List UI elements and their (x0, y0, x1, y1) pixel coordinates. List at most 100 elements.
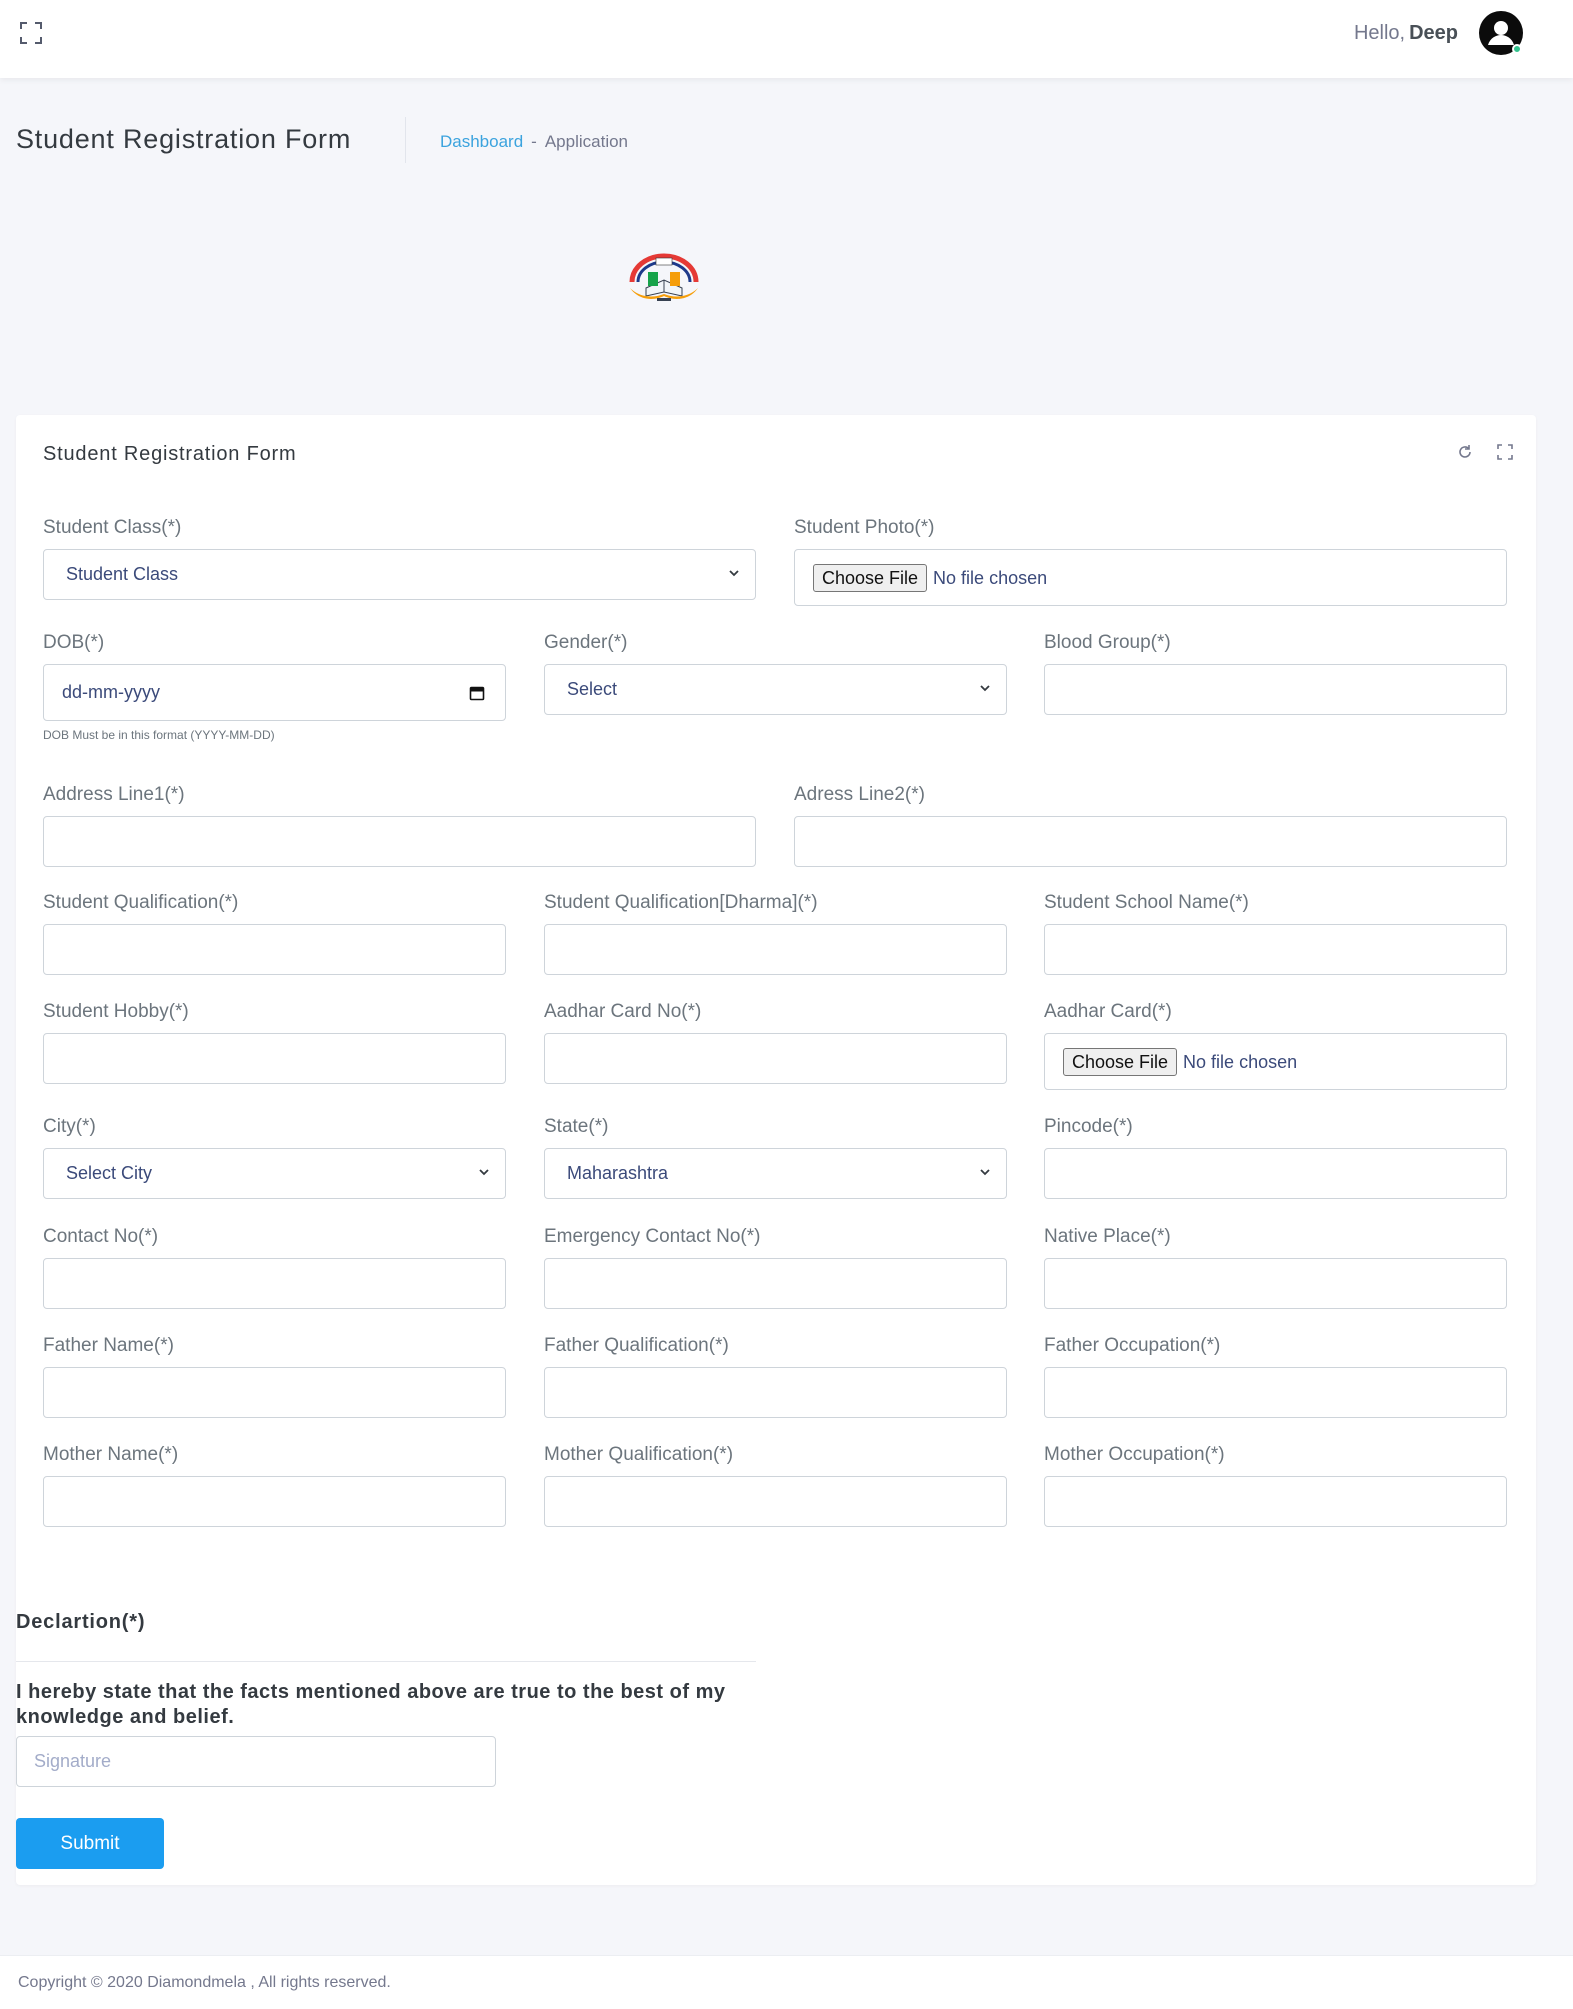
address2-field: Adress Line2(*) (794, 784, 1507, 867)
father-qualification-input[interactable] (544, 1367, 1007, 1418)
blood-group-field: Blood Group(*) (1044, 632, 1507, 715)
city-field: City(*) Select City (43, 1116, 506, 1199)
declaration-text: I hereby state that the facts mentioned … (16, 1681, 726, 1728)
father-qualification-label: Father Qualification(*) (544, 1335, 729, 1356)
file-status: No file chosen (933, 568, 1048, 588)
student-class-value: Student Class (66, 564, 179, 584)
breadcrumb-dashboard-link[interactable]: Dashboard (440, 132, 523, 151)
dob-date-input[interactable]: dd-mm-yyyy (43, 664, 506, 721)
father-occupation-label: Father Occupation(*) (1044, 1335, 1221, 1356)
native-place-field: Native Place(*) (1044, 1226, 1507, 1309)
file-status: No file chosen (1183, 1052, 1298, 1072)
breadcrumb-separator: - (531, 132, 537, 151)
mother-name-field: Mother Name(*) (43, 1444, 506, 1527)
pincode-field: Pincode(*) (1044, 1116, 1507, 1199)
qualification-dharma-input[interactable] (544, 924, 1007, 975)
aadhar-card-field: Aadhar Card(*) Choose File No file chosen (1044, 1001, 1507, 1090)
signature-input[interactable] (16, 1736, 496, 1787)
student-class-label: Student Class(*) (43, 517, 182, 538)
state-value: Maharashtra (567, 1163, 669, 1183)
aadhar-no-label: Aadhar Card No(*) (544, 1001, 702, 1022)
submit-button[interactable]: Submit (16, 1818, 164, 1869)
fullscreen-icon[interactable] (20, 22, 42, 44)
qualification-input[interactable] (43, 924, 506, 975)
aadhar-no-input[interactable] (544, 1033, 1007, 1084)
aadhar-no-field: Aadhar Card No(*) (544, 1001, 1007, 1084)
blood-group-input[interactable] (1044, 664, 1507, 715)
father-name-input[interactable] (43, 1367, 506, 1418)
calendar-icon[interactable] (469, 685, 485, 701)
choose-file-button[interactable]: Choose File (1063, 1048, 1178, 1076)
online-status-dot (1512, 44, 1522, 54)
mother-occupation-label: Mother Occupation(*) (1044, 1444, 1225, 1465)
page-title: Student Registration Form (16, 124, 352, 154)
father-occupation-field: Father Occupation(*) (1044, 1335, 1507, 1418)
dob-field: DOB(*) dd-mm-yyyy DOB Must be in this fo… (43, 632, 506, 742)
gender-select[interactable]: Select (544, 664, 1007, 715)
father-occupation-input[interactable] (1044, 1367, 1507, 1418)
gender-field: Gender(*) Select (544, 632, 1007, 715)
breadcrumb-current: Application (544, 132, 629, 151)
chevron-down-icon (980, 1169, 990, 1176)
qualification-dharma-field: Student Qualification[Dharma](*) (544, 892, 1007, 975)
refresh-icon[interactable] (1456, 443, 1474, 461)
user-name: Deep (1409, 22, 1458, 44)
qualification-dharma-label: Student Qualification[Dharma](*) (544, 892, 818, 913)
emergency-contact-input[interactable] (544, 1258, 1007, 1309)
gender-label: Gender(*) (544, 632, 628, 653)
student-photo-label: Student Photo(*) (794, 517, 935, 538)
organization-logo (629, 253, 699, 301)
mother-name-label: Mother Name(*) (43, 1444, 179, 1465)
city-value: Select City (66, 1163, 153, 1183)
student-class-select[interactable]: Student Class (43, 549, 756, 600)
registration-card: Student Registration Form Student Class(… (16, 415, 1536, 1885)
state-label: State(*) (544, 1116, 609, 1137)
address1-input[interactable] (43, 816, 756, 867)
father-name-label: Father Name(*) (43, 1335, 174, 1356)
father-qualification-field: Father Qualification(*) (544, 1335, 1007, 1418)
city-select[interactable]: Select City (43, 1148, 506, 1199)
qualification-label: Student Qualification(*) (43, 892, 239, 913)
address2-input[interactable] (794, 816, 1507, 867)
declaration-divider (16, 1661, 756, 1662)
greeting-text: Hello, (1353, 22, 1406, 44)
aadhar-card-file-input[interactable]: Choose File No file chosen (1044, 1033, 1507, 1090)
student-photo-field: Student Photo(*) Choose File No file chos… (794, 517, 1507, 606)
blood-group-label: Blood Group(*) (1044, 632, 1171, 653)
user-greeting[interactable]: Hello, Deep (1354, 22, 1458, 45)
dob-label: DOB(*) (43, 632, 105, 653)
student-photo-file-input[interactable]: Choose File No file chosen (794, 549, 1507, 606)
expand-icon[interactable] (1496, 443, 1514, 461)
native-place-input[interactable] (1044, 1258, 1507, 1309)
contact-no-field: Contact No(*) (43, 1226, 506, 1309)
mother-qualification-label: Mother Qualification(*) (544, 1444, 734, 1465)
chevron-down-icon (980, 685, 990, 692)
declaration-title: Declartion(*) (16, 1611, 146, 1633)
top-bar: Hello, Deep (0, 0, 1573, 78)
gender-value: Select (567, 679, 618, 699)
school-name-field: Student School Name(*) (1044, 892, 1507, 975)
state-field: State(*) Maharashtra (544, 1116, 1007, 1199)
dob-help-text: DOB Must be in this format (YYYY-MM-DD) (43, 728, 275, 742)
school-name-input[interactable] (1044, 924, 1507, 975)
address2-label: Adress Line2(*) (794, 784, 925, 805)
emergency-contact-field: Emergency Contact No(*) (544, 1226, 1007, 1309)
pincode-input[interactable] (1044, 1148, 1507, 1199)
address1-label: Address Line1(*) (43, 784, 185, 805)
contact-no-input[interactable] (43, 1258, 506, 1309)
mother-qualification-input[interactable] (544, 1476, 1007, 1527)
student-class-field: Student Class(*) Student Class (43, 517, 756, 600)
hobby-input[interactable] (43, 1033, 506, 1084)
address1-field: Address Line1(*) (43, 784, 756, 867)
mother-qualification-field: Mother Qualification(*) (544, 1444, 1007, 1527)
state-select[interactable]: Maharashtra (544, 1148, 1007, 1199)
native-place-label: Native Place(*) (1044, 1226, 1171, 1247)
school-name-label: Student School Name(*) (1044, 892, 1249, 913)
copyright-text: Copyright © 2020 Diamondmela , All right… (18, 1974, 391, 1991)
chevron-down-icon (729, 570, 739, 577)
mother-name-input[interactable] (43, 1476, 506, 1527)
card-title: Student Registration Form (43, 443, 297, 465)
mother-occupation-input[interactable] (1044, 1476, 1507, 1527)
choose-file-button[interactable]: Choose File (813, 564, 928, 592)
breadcrumb: Dashboard - Application (440, 132, 628, 152)
